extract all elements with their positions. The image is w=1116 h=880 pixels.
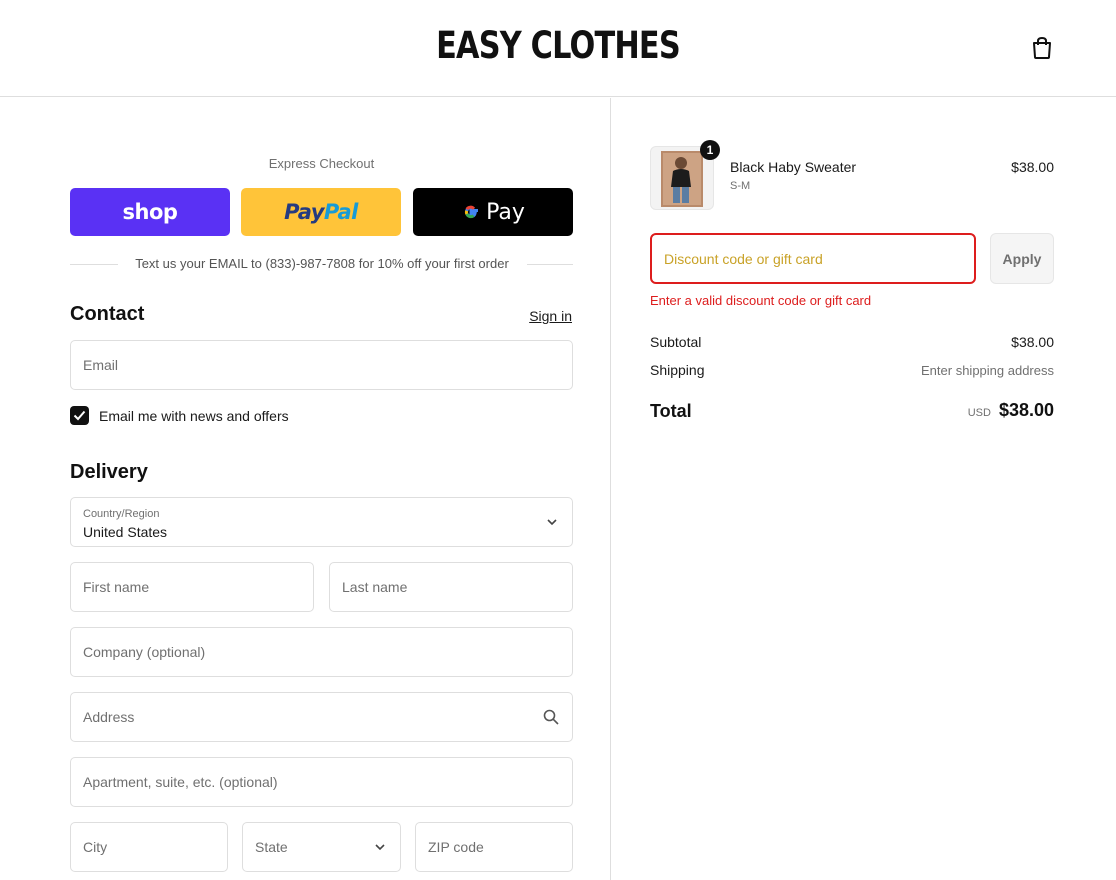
contact-heading: Contact bbox=[70, 303, 145, 325]
country-label: Country/Region bbox=[83, 508, 160, 520]
discount-error-message: Enter a valid discount code or gift card bbox=[650, 293, 872, 308]
product-name: Black Haby Sweater bbox=[730, 159, 857, 175]
shipping-value: Enter shipping address bbox=[921, 363, 1054, 378]
first-name-field[interactable]: First name bbox=[70, 562, 314, 612]
apartment-field[interactable]: Apartment, suite, etc. (optional) bbox=[70, 757, 573, 807]
first-name-placeholder: First name bbox=[83, 579, 150, 595]
state-placeholder: State bbox=[255, 839, 288, 855]
product-price: $38.00 bbox=[1011, 159, 1054, 175]
shipping-label: Shipping bbox=[650, 362, 705, 378]
city-placeholder: City bbox=[83, 839, 108, 855]
delivery-heading: Delivery bbox=[70, 461, 148, 483]
shop-pay-button[interactable]: shop bbox=[70, 188, 230, 236]
checkmark-icon bbox=[73, 410, 86, 421]
country-value: United States bbox=[83, 524, 168, 540]
google-pay-label: Pay bbox=[486, 199, 525, 225]
express-checkout-title: Express Checkout bbox=[268, 156, 375, 171]
company-field[interactable]: Company (optional) bbox=[70, 627, 573, 677]
company-placeholder: Company (optional) bbox=[83, 644, 206, 660]
currency-code: USD bbox=[967, 407, 991, 419]
google-pay-button[interactable]: Pay bbox=[413, 188, 573, 236]
apartment-placeholder: Apartment, suite, etc. (optional) bbox=[83, 774, 278, 790]
address-placeholder: Address bbox=[83, 709, 135, 725]
product-variant: S-M bbox=[730, 180, 751, 192]
brand-logo[interactable]: EASY CLOTHES bbox=[100, 24, 1015, 67]
total-value: $38.00 bbox=[998, 400, 1054, 420]
chevron-down-icon bbox=[375, 844, 385, 851]
google-g-icon bbox=[465, 205, 479, 219]
city-field[interactable]: City bbox=[70, 822, 228, 872]
search-icon[interactable] bbox=[543, 709, 559, 725]
address-field[interactable]: Address bbox=[70, 692, 573, 742]
country-select[interactable]: Country/Region United States bbox=[70, 497, 573, 547]
last-name-placeholder: Last name bbox=[342, 579, 408, 595]
divider-right bbox=[527, 264, 573, 265]
zip-placeholder: ZIP code bbox=[428, 839, 484, 855]
google-pay-content: Pay bbox=[461, 200, 525, 225]
subtotal-label: Subtotal bbox=[650, 334, 702, 350]
discount-code-field[interactable]: Discount code or gift card bbox=[650, 233, 976, 284]
paypal-button[interactable]: PayPal bbox=[241, 188, 401, 236]
zip-field[interactable]: ZIP code bbox=[415, 822, 573, 872]
last-name-field[interactable]: Last name bbox=[329, 562, 573, 612]
total-label: Total bbox=[650, 401, 692, 421]
email-field[interactable]: Email bbox=[70, 340, 573, 390]
checkout-form-column: Express Checkout shop PayPal Pay Text us… bbox=[0, 98, 611, 880]
subtotal-value: $38.00 bbox=[1011, 334, 1054, 350]
paypal-label-part1: Pay bbox=[284, 200, 324, 224]
divider-left bbox=[70, 264, 118, 265]
email-placeholder: Email bbox=[83, 357, 119, 373]
quantity-badge: 1 bbox=[700, 140, 720, 160]
paypal-label: PayPal bbox=[284, 200, 358, 224]
shop-pay-label: shop bbox=[122, 200, 178, 224]
discount-placeholder: Discount code or gift card bbox=[664, 250, 823, 267]
sign-in-link[interactable]: Sign in bbox=[529, 308, 572, 324]
order-summary-column: 1 Black Haby Sweater S-M $38.00 Discount… bbox=[612, 98, 1116, 880]
paypal-label-part2: Pal bbox=[323, 200, 358, 224]
chevron-down-icon bbox=[547, 519, 557, 526]
newsletter-label: Email me with news and offers bbox=[99, 408, 289, 424]
apply-button[interactable]: Apply bbox=[990, 233, 1054, 284]
state-select[interactable]: State bbox=[242, 822, 401, 872]
shopping-bag-icon[interactable] bbox=[1031, 36, 1053, 60]
total-amount: USD $38.00 bbox=[968, 400, 1054, 421]
promo-text: Text us your EMAIL to (833)-987-7808 for… bbox=[122, 256, 522, 271]
site-header: EASY CLOTHES bbox=[0, 0, 1116, 97]
newsletter-checkbox[interactable] bbox=[70, 406, 89, 425]
